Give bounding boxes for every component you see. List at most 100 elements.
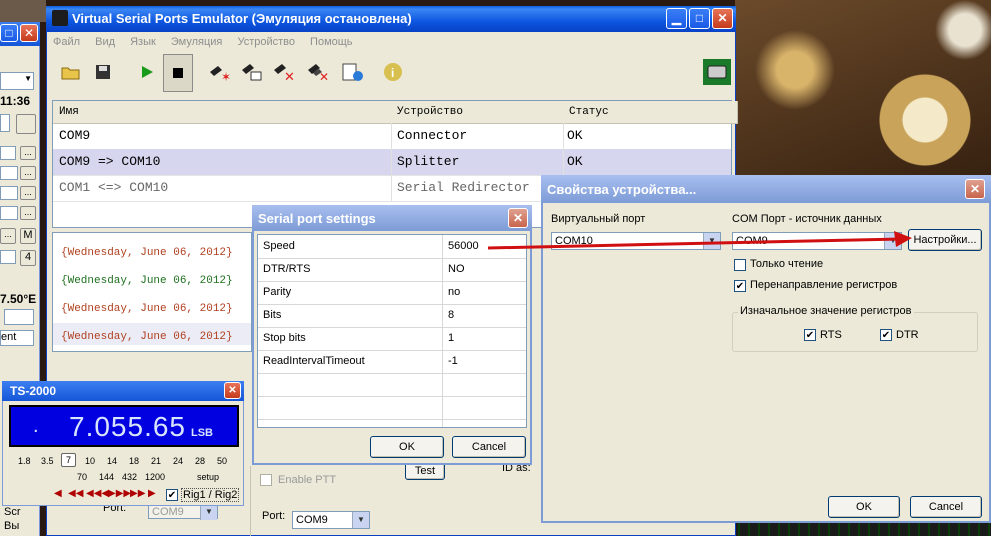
- log-panel: {Wednesday, June 06, 2012} {Wednesday, J…: [52, 232, 252, 352]
- column-header-device[interactable]: Устройство: [391, 101, 570, 124]
- band-button[interactable]: 144: [99, 472, 114, 482]
- props-cancel-button[interactable]: Cancel: [910, 496, 982, 518]
- band-button[interactable]: 1.8: [18, 456, 31, 466]
- band-button[interactable]: 3.5: [41, 456, 54, 466]
- left-window-titlebar: ✕ □: [0, 22, 40, 46]
- svg-text:i: i: [391, 66, 394, 80]
- list-item[interactable]: COM9 Connector OK: [53, 123, 731, 150]
- rts-checkbox[interactable]: ✔: [804, 329, 816, 341]
- left-more-button-5[interactable]: ...: [0, 228, 16, 244]
- band-button[interactable]: 21: [151, 456, 161, 466]
- step-forward-1-icon[interactable]: ▶: [148, 488, 156, 499]
- virtual-port-label: Виртуальный порт: [551, 213, 646, 225]
- step-back-1-icon[interactable]: ◀: [54, 488, 62, 499]
- left-more-button-3[interactable]: ...: [20, 186, 36, 200]
- menu-language[interactable]: Язык: [124, 32, 162, 52]
- chevron-down-icon: ▼: [24, 74, 32, 83]
- left-maximize-button[interactable]: □: [0, 24, 18, 42]
- serial-ok-button[interactable]: OK: [370, 436, 444, 458]
- left-icon-combo[interactable]: [4, 309, 34, 325]
- maximize-button[interactable]: □: [689, 8, 710, 29]
- left-close-button[interactable]: ✕: [20, 24, 38, 42]
- open-folder-icon[interactable]: [57, 54, 85, 90]
- enable-ptt-checkbox[interactable]: [260, 474, 272, 486]
- step-forward-2-icon[interactable]: ▶▶: [130, 488, 145, 499]
- serial-settings-close-button[interactable]: ✕: [508, 208, 528, 228]
- left-4-button[interactable]: 4: [20, 250, 36, 266]
- row-status: OK: [567, 128, 583, 143]
- menu-view[interactable]: Вид: [89, 32, 121, 52]
- mode-value: LSB: [191, 427, 213, 439]
- minimize-button[interactable]: ▁: [666, 8, 687, 29]
- list-item-selected[interactable]: COM9 => COM10 Splitter OK: [53, 149, 731, 176]
- step-back-2-icon[interactable]: ◀◀: [68, 488, 83, 499]
- step-back-3-icon[interactable]: ◀◀◀: [86, 488, 109, 499]
- port-label: Port:: [262, 510, 286, 522]
- menu-file[interactable]: Файл: [47, 32, 86, 52]
- band-button-active[interactable]: 7: [61, 453, 77, 467]
- device-properties-titlebar: Свойства устройства... ✕: [541, 175, 991, 203]
- left-m-button[interactable]: M: [20, 228, 36, 244]
- row-device: Splitter: [397, 154, 460, 169]
- delete-all-icon[interactable]: ✕: [303, 54, 331, 90]
- left-field-2[interactable]: [0, 146, 16, 160]
- port-select[interactable]: COM9 ▼: [292, 511, 370, 529]
- left-calendar-icon[interactable]: [16, 114, 36, 134]
- left-more-button-2[interactable]: ...: [20, 166, 36, 180]
- dtr-label: DTR: [896, 329, 919, 341]
- rig-checkbox[interactable]: ✔: [166, 489, 178, 501]
- app-icon: [52, 10, 68, 26]
- band-button[interactable]: 18: [129, 456, 139, 466]
- band-button[interactable]: 50: [217, 456, 227, 466]
- left-field-3[interactable]: [0, 166, 18, 180]
- dtr-checkbox[interactable]: ✔: [880, 329, 892, 341]
- svg-text:✕: ✕: [284, 69, 295, 82]
- annotation-arrow: [487, 231, 912, 250]
- band-button[interactable]: 28: [195, 456, 205, 466]
- step-forward-3-icon[interactable]: ▶▶▶: [108, 488, 131, 499]
- left-field-5[interactable]: [0, 206, 18, 220]
- band-button[interactable]: 10: [85, 456, 95, 466]
- grid-row[interactable]: Stop bits 1: [258, 327, 526, 351]
- band-button[interactable]: 432: [122, 472, 137, 482]
- stop-emulation-icon[interactable]: [163, 54, 193, 92]
- column-header-name[interactable]: Имя: [53, 101, 398, 124]
- info-icon[interactable]: i: [379, 54, 407, 90]
- grid-row[interactable]: Parity no: [258, 281, 526, 305]
- delete-device-icon[interactable]: ✕: [269, 54, 297, 90]
- device-properties-close-button[interactable]: ✕: [965, 179, 985, 199]
- export-web-icon[interactable]: [339, 54, 367, 90]
- band-button[interactable]: 70: [77, 472, 87, 482]
- props-ok-button[interactable]: OK: [828, 496, 900, 518]
- left-field-4[interactable]: [0, 186, 18, 200]
- left-more-button-4[interactable]: ...: [20, 206, 36, 220]
- left-combo[interactable]: ▼: [0, 72, 34, 90]
- left-field-6[interactable]: [0, 250, 16, 264]
- grid-key: Speed: [263, 240, 295, 252]
- band-button[interactable]: 1200: [145, 472, 165, 482]
- save-icon[interactable]: [89, 54, 117, 90]
- close-button[interactable]: ✕: [712, 8, 733, 29]
- menu-device[interactable]: Устройство: [231, 32, 301, 52]
- port-select-value: COM9: [296, 514, 328, 526]
- left-more-button[interactable]: ...: [20, 146, 36, 160]
- band-button[interactable]: 14: [107, 456, 117, 466]
- device-properties-icon[interactable]: [237, 54, 265, 90]
- new-device-icon[interactable]: ✶: [205, 54, 233, 90]
- register-redirect-checkbox[interactable]: ✔: [734, 280, 746, 292]
- column-header-status[interactable]: Статус: [563, 101, 738, 124]
- ts2000-close-button[interactable]: ✕: [224, 382, 241, 399]
- start-emulation-icon[interactable]: [133, 54, 161, 90]
- left-time: 11:36: [0, 94, 31, 108]
- menu-help[interactable]: Помощь: [304, 32, 359, 52]
- left-field-1[interactable]: [0, 114, 10, 132]
- band-button[interactable]: 24: [173, 456, 183, 466]
- left-dropdown[interactable]: ent: [0, 330, 34, 346]
- setup-button[interactable]: setup: [197, 472, 219, 482]
- menu-emulation[interactable]: Эмуляция: [165, 32, 229, 52]
- grid-row[interactable]: Bits 8: [258, 304, 526, 328]
- row-name: COM1 <=> COM10: [59, 180, 169, 195]
- grid-row[interactable]: ReadIntervalTimeout -1: [258, 350, 526, 374]
- left-port-select-value: COM9: [152, 506, 184, 518]
- serial-cancel-button[interactable]: Cancel: [452, 436, 526, 458]
